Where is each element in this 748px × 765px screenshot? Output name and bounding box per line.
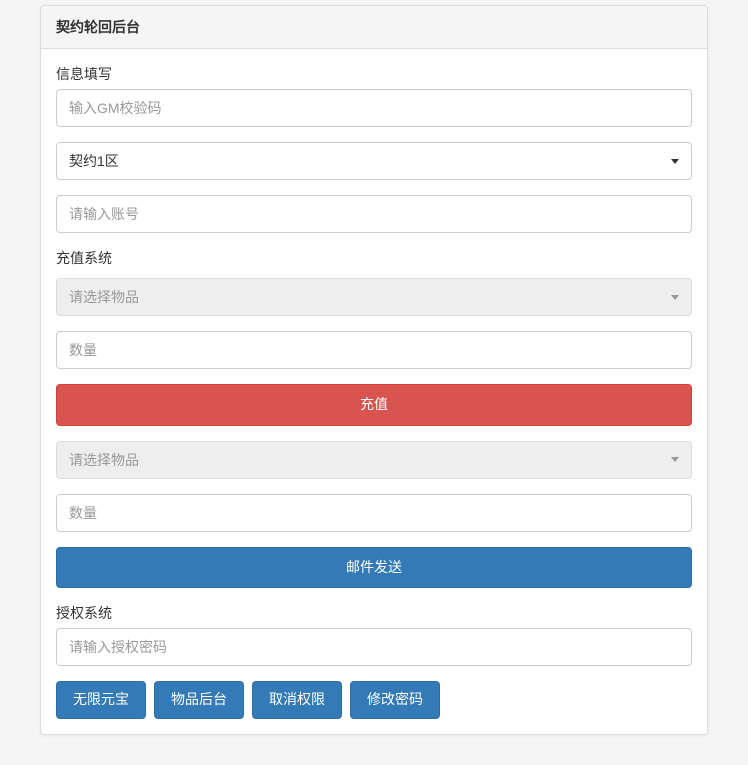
item2-select-group: 请选择物品 bbox=[56, 441, 692, 479]
item1-select-value: 请选择物品 bbox=[69, 287, 139, 307]
auth-group bbox=[56, 628, 692, 666]
chevron-down-icon bbox=[671, 295, 679, 300]
label-auth: 授权系统 bbox=[56, 603, 692, 623]
chevron-down-icon bbox=[671, 159, 679, 164]
item-backend-button[interactable]: 物品后台 bbox=[154, 681, 244, 719]
panel-body: 信息填写 契约1区 充值系统 请选择物品 bbox=[41, 49, 707, 734]
recharge-button[interactable]: 充值 bbox=[56, 384, 692, 426]
label-recharge: 充值系统 bbox=[56, 248, 692, 268]
qty2-input[interactable] bbox=[56, 494, 692, 532]
unlimited-yuanbao-button[interactable]: 无限元宝 bbox=[56, 681, 146, 719]
server-select-group: 契约1区 bbox=[56, 142, 692, 180]
qty1-group bbox=[56, 331, 692, 369]
gm-code-input[interactable] bbox=[56, 89, 692, 127]
item1-select[interactable]: 请选择物品 bbox=[56, 278, 692, 316]
server-select[interactable]: 契约1区 bbox=[56, 142, 692, 180]
section-info: 信息填写 bbox=[56, 64, 692, 127]
chevron-down-icon bbox=[671, 457, 679, 462]
recharge-button-group: 充值 bbox=[56, 384, 692, 426]
auth-button-row: 无限元宝 物品后台 取消权限 修改密码 bbox=[56, 681, 692, 719]
auth-password-input[interactable] bbox=[56, 628, 692, 666]
qty1-input[interactable] bbox=[56, 331, 692, 369]
label-info: 信息填写 bbox=[56, 64, 692, 84]
panel-title: 契约轮回后台 bbox=[41, 6, 707, 49]
change-password-button[interactable]: 修改密码 bbox=[350, 681, 440, 719]
item1-select-group: 请选择物品 bbox=[56, 278, 692, 316]
admin-panel: 契约轮回后台 信息填写 契约1区 充值系统 请选择物品 bbox=[40, 5, 708, 735]
qty2-group bbox=[56, 494, 692, 532]
revoke-permission-button[interactable]: 取消权限 bbox=[252, 681, 342, 719]
account-group bbox=[56, 195, 692, 233]
account-input[interactable] bbox=[56, 195, 692, 233]
mail-send-button[interactable]: 邮件发送 bbox=[56, 547, 692, 589]
mail-button-group: 邮件发送 bbox=[56, 547, 692, 589]
server-select-value: 契约1区 bbox=[69, 151, 119, 171]
item2-select-value: 请选择物品 bbox=[69, 450, 139, 470]
item2-select[interactable]: 请选择物品 bbox=[56, 441, 692, 479]
